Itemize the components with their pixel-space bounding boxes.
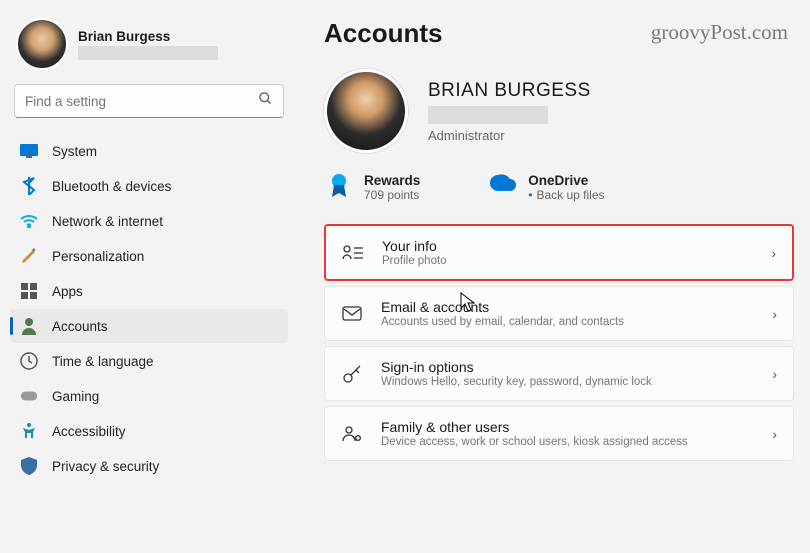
- card-title: Family & other users: [381, 419, 754, 435]
- nav-label: Gaming: [52, 389, 99, 404]
- nav-label: Network & internet: [52, 214, 163, 229]
- mail-icon: [341, 306, 363, 321]
- onedrive-title: OneDrive: [528, 173, 604, 188]
- system-icon: [20, 142, 38, 160]
- nav-time[interactable]: Time & language: [10, 344, 288, 378]
- chevron-right-icon: ›: [772, 426, 777, 442]
- nav-label: Time & language: [52, 354, 154, 369]
- card-title: Email & accounts: [381, 299, 754, 315]
- avatar: [16, 18, 68, 70]
- nav-accounts[interactable]: Accounts: [10, 309, 288, 343]
- search-icon: [258, 91, 273, 111]
- search-input-container[interactable]: [14, 84, 284, 118]
- card-sub: Windows Hello, security key, password, d…: [381, 376, 754, 388]
- bluetooth-icon: [20, 177, 38, 195]
- nav-apps[interactable]: Apps: [10, 274, 288, 308]
- card-family-users[interactable]: Family & other users Device access, work…: [324, 406, 794, 461]
- nav-label: Accounts: [52, 319, 108, 334]
- card-signin-options[interactable]: Sign-in options Windows Hello, security …: [324, 346, 794, 401]
- onedrive-sub: •Back up files: [528, 188, 604, 202]
- apps-icon: [20, 282, 38, 300]
- card-your-info[interactable]: Your info Profile photo ›: [324, 224, 794, 281]
- nav-network[interactable]: Network & internet: [10, 204, 288, 238]
- card-title: Sign-in options: [381, 359, 754, 375]
- profile-role: Administrator: [428, 128, 591, 143]
- onedrive-icon: [490, 173, 516, 199]
- rewards-sub: 709 points: [364, 188, 420, 202]
- clock-icon: [20, 352, 38, 370]
- shield-icon: [20, 457, 38, 475]
- chevron-right-icon: ›: [771, 245, 776, 261]
- card-title: Your info: [382, 238, 753, 254]
- profile-header: BRIAN BURGESS Administrator: [324, 69, 794, 153]
- onedrive-status[interactable]: OneDrive •Back up files: [490, 173, 604, 202]
- your-info-icon: [342, 244, 364, 262]
- people-icon: [341, 425, 363, 443]
- user-email-masked: [78, 46, 218, 60]
- card-sub: Profile photo: [382, 255, 753, 267]
- accessibility-icon: [20, 422, 38, 440]
- rewards-icon: [326, 173, 352, 199]
- nav-system[interactable]: System: [10, 134, 288, 168]
- search-input[interactable]: [25, 94, 258, 109]
- profile-email-masked: [428, 106, 548, 124]
- wifi-icon: [20, 212, 38, 230]
- nav-personalization[interactable]: Personalization: [10, 239, 288, 273]
- user-profile-header[interactable]: Brian Burgess: [10, 14, 288, 84]
- watermark: groovyPost.com: [651, 20, 788, 45]
- key-icon: [341, 364, 363, 384]
- user-name: Brian Burgess: [78, 29, 218, 44]
- card-sub: Device access, work or school users, kio…: [381, 436, 754, 448]
- nav-label: Apps: [52, 284, 83, 299]
- card-sub: Accounts used by email, calendar, and co…: [381, 316, 754, 328]
- gamepad-icon: [20, 387, 38, 405]
- nav-bluetooth[interactable]: Bluetooth & devices: [10, 169, 288, 203]
- chevron-right-icon: ›: [772, 366, 777, 382]
- nav-label: Bluetooth & devices: [52, 179, 171, 194]
- nav-label: Privacy & security: [52, 459, 159, 474]
- chevron-right-icon: ›: [772, 306, 777, 322]
- nav-privacy[interactable]: Privacy & security: [10, 449, 288, 483]
- card-email-accounts[interactable]: Email & accounts Accounts used by email,…: [324, 286, 794, 341]
- rewards-title: Rewards: [364, 173, 420, 188]
- nav-label: Personalization: [52, 249, 144, 264]
- nav-label: System: [52, 144, 97, 159]
- profile-name: BRIAN BURGESS: [428, 80, 591, 102]
- paintbrush-icon: [20, 247, 38, 265]
- person-icon: [20, 317, 38, 335]
- nav-label: Accessibility: [52, 424, 126, 439]
- nav-accessibility[interactable]: Accessibility: [10, 414, 288, 448]
- sidebar-nav: System Bluetooth & devices Network & int…: [10, 134, 288, 483]
- rewards-status[interactable]: Rewards 709 points: [326, 173, 420, 202]
- avatar-large: [324, 69, 408, 153]
- nav-gaming[interactable]: Gaming: [10, 379, 288, 413]
